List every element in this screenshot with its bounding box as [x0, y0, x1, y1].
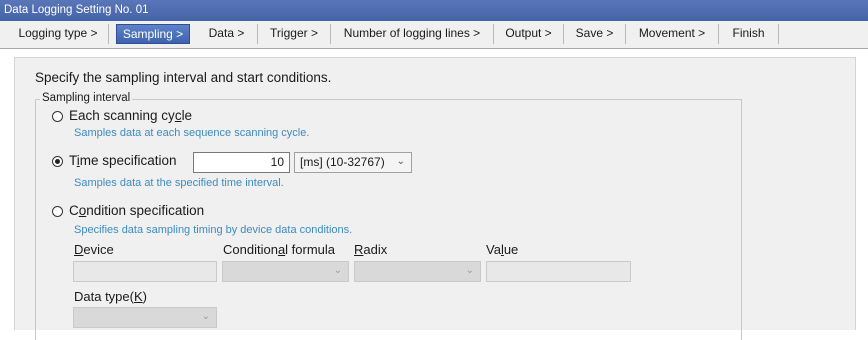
condition-specification-label[interactable]: Condition specification: [69, 203, 204, 218]
tab-logging-type[interactable]: Logging type >: [8, 24, 109, 44]
interval-unit-value: [ms] (10-32767): [300, 155, 385, 169]
tab-trigger[interactable]: Trigger >: [258, 24, 331, 44]
condition-specification-radio[interactable]: [52, 206, 63, 217]
tab-bar-separator: [778, 24, 779, 44]
data-type-dropdown[interactable]: ⌄: [73, 307, 217, 328]
time-specification-description: Samples data at the specified time inter…: [74, 177, 284, 189]
interval-value-input[interactable]: 10: [193, 152, 290, 173]
condition-specification-description: Specifies data sampling timing by device…: [74, 224, 353, 236]
value-input[interactable]: [486, 261, 631, 282]
each-scanning-cycle-radio[interactable]: [52, 111, 63, 122]
radix-dropdown[interactable]: ⌄: [354, 261, 481, 282]
conditional-formula-dropdown[interactable]: ⌄: [222, 261, 349, 282]
group-label: Sampling interval: [40, 92, 133, 104]
tab-sampling[interactable]: Sampling >: [116, 24, 190, 44]
tab-save[interactable]: Save >: [564, 24, 626, 44]
tab-finish[interactable]: Finish: [719, 24, 778, 44]
chevron-down-icon: ⌄: [333, 265, 342, 276]
data-type-label: Data type(K): [74, 289, 147, 304]
wizard-tab-bar: Logging type > Sampling > Data > Trigger…: [0, 21, 868, 49]
chevron-down-icon: ⌄: [201, 311, 210, 322]
each-scanning-cycle-description: Samples data at each sequence scanning c…: [74, 127, 310, 139]
conditional-formula-label: Conditional formula: [223, 242, 336, 257]
chevron-down-icon: ⌄: [396, 156, 405, 167]
radix-label: Radix: [354, 242, 388, 257]
tab-output[interactable]: Output >: [494, 24, 564, 44]
instruction-text: Specify the sampling interval and start …: [35, 70, 332, 85]
each-scanning-cycle-label[interactable]: Each scanning cycle: [69, 108, 192, 123]
device-input[interactable]: [73, 261, 217, 282]
value-label: Value: [486, 242, 519, 257]
time-specification-label[interactable]: Time specification: [69, 153, 177, 168]
window-titlebar: Data Logging Setting No. 01: [0, 0, 868, 21]
interval-unit-dropdown[interactable]: [ms] (10-32767) ⌄: [294, 152, 412, 173]
tab-movement[interactable]: Movement >: [626, 24, 719, 44]
time-specification-radio[interactable]: [52, 156, 63, 167]
device-label: Device: [74, 242, 114, 257]
tab-number-of-logging-lines[interactable]: Number of logging lines >: [331, 24, 494, 44]
chevron-down-icon: ⌄: [465, 265, 474, 276]
tab-data[interactable]: Data >: [196, 24, 258, 44]
window-title: Data Logging Setting No. 01: [4, 4, 149, 16]
